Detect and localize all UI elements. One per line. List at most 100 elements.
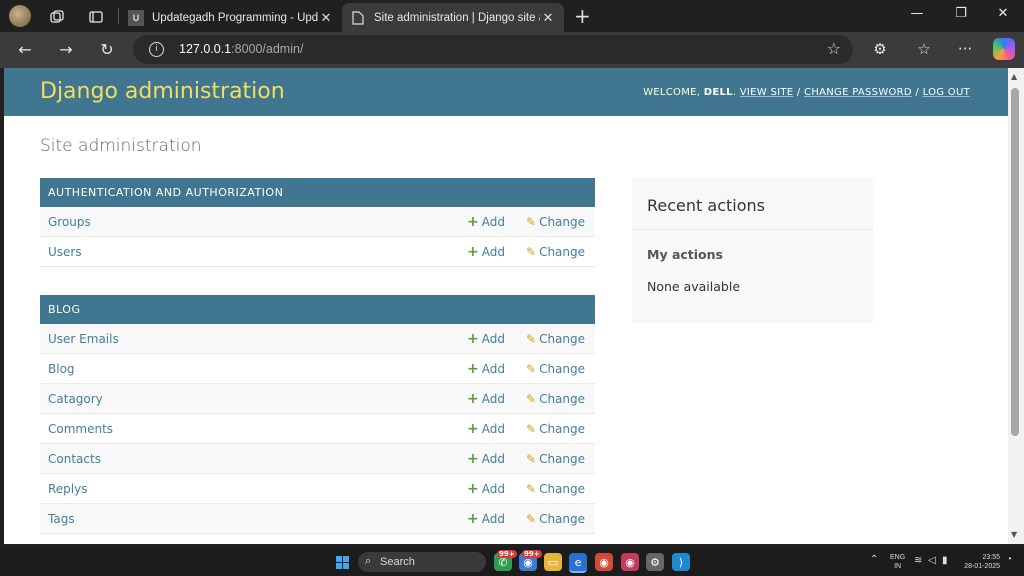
add-label: Add — [481, 482, 505, 496]
model-link[interactable]: Catagory — [48, 392, 103, 406]
refresh-icon[interactable]: ↻ — [97, 40, 117, 59]
no-actions-text: None available — [647, 279, 741, 294]
change-link[interactable]: ✎ Change — [526, 452, 585, 466]
tray-overflow-chevron-icon[interactable]: ⌃ — [870, 554, 878, 565]
settings-gear-icon[interactable]: ⚙ — [646, 553, 664, 571]
tab-site-administration[interactable]: Site administration | Django site a ✕ — [342, 3, 564, 32]
forward-arrow-icon[interactable]: → — [56, 40, 76, 59]
module-caption[interactable]: AUTHENTICATION AND AUTHORIZATION — [40, 178, 595, 207]
model-link[interactable]: User Emails — [48, 332, 119, 346]
close-icon[interactable]: ✕ — [540, 10, 556, 26]
model-link[interactable]: Comments — [48, 422, 113, 436]
favorites-list-icon[interactable]: ☆ — [914, 40, 934, 58]
add-link[interactable]: + Add — [467, 332, 505, 346]
new-tab-plus-icon[interactable]: + — [574, 4, 591, 28]
log-out-link[interactable]: LOG OUT — [923, 87, 970, 98]
divider — [632, 229, 873, 230]
browser-titlebar: U Updategadh Programming - Upd ✕ Site ad… — [0, 0, 1024, 32]
taskbar-search[interactable]: ⌕ Search — [358, 552, 486, 572]
add-link[interactable]: + Add — [467, 512, 505, 526]
change-link[interactable]: ✎ Change — [526, 482, 585, 496]
change-link[interactable]: ✎ Change — [526, 215, 585, 229]
notifications-bell-icon[interactable]: ◔ — [1006, 554, 1012, 565]
add-label: Add — [481, 452, 505, 466]
change-label: Change — [539, 332, 586, 346]
tab-updategadh[interactable]: U Updategadh Programming - Upd ✕ — [120, 3, 342, 32]
search-icon: ⌕ — [365, 555, 372, 567]
edge-browser-icon[interactable]: e — [569, 553, 587, 573]
more-menu-icon[interactable]: ··· — [955, 40, 975, 58]
model-link[interactable]: Users — [48, 245, 82, 259]
add-label: Add — [481, 392, 505, 406]
model-row-replys: Replys + Add ✎ Change — [40, 474, 595, 504]
wifi-icon[interactable]: ≋ — [914, 555, 922, 566]
model-list: Groups + Add ✎ Change Users + Add ✎ Change — [40, 207, 595, 267]
chrome-profile-icon[interactable]: ◉ — [621, 553, 639, 571]
add-link[interactable]: + Add — [467, 452, 505, 466]
back-arrow-icon[interactable]: ← — [15, 40, 35, 59]
recent-actions-title: Recent actions — [647, 196, 765, 215]
add-link[interactable]: + Add — [467, 215, 505, 229]
add-plus-icon: + — [467, 421, 479, 437]
add-label: Add — [481, 512, 505, 526]
model-link[interactable]: Replys — [48, 482, 88, 496]
window-close-icon[interactable]: ✕ — [993, 6, 1013, 21]
workspaces-icon[interactable] — [46, 6, 68, 28]
clock-date: 28-01-2025 — [964, 563, 1000, 570]
model-link[interactable]: Contacts — [48, 452, 101, 466]
url-text[interactable]: 127.0.0.1:8000/admin/ — [179, 42, 303, 56]
change-link[interactable]: ✎ Change — [526, 392, 585, 406]
profile-avatar[interactable] — [9, 5, 31, 27]
django-header: Django administration WELCOME, DELL. VIE… — [4, 68, 1008, 116]
change-link[interactable]: ✎ Change — [526, 362, 585, 376]
model-link[interactable]: Tags — [48, 512, 75, 526]
region-code: IN — [894, 563, 902, 570]
scrollbar-thumb[interactable] — [1011, 88, 1019, 436]
model-row-comments: Comments + Add ✎ Change — [40, 414, 595, 444]
model-row-catagory: Catagory + Add ✎ Change — [40, 384, 595, 414]
volume-icon[interactable]: ◁ — [928, 555, 936, 566]
model-row-blog: Blog + Add ✎ Change — [40, 354, 595, 384]
change-link[interactable]: ✎ Change — [526, 245, 585, 259]
restore-icon[interactable]: ❐ — [951, 6, 971, 21]
add-plus-icon: + — [467, 214, 479, 230]
page-icon — [350, 10, 366, 26]
model-list: User Emails + Add ✎ Change Blog + Add ✎ Chan… — [40, 324, 595, 534]
file-explorer-icon[interactable]: ▭ — [544, 553, 562, 571]
add-link[interactable]: + Add — [467, 362, 505, 376]
model-link[interactable]: Groups — [48, 215, 91, 229]
pencil-icon: ✎ — [526, 362, 537, 376]
tab-actions-icon[interactable] — [85, 6, 107, 28]
vscode-icon[interactable]: ⟩ — [672, 553, 690, 571]
module-caption[interactable]: BLOG — [40, 295, 595, 324]
add-link[interactable]: + Add — [467, 392, 505, 406]
change-link[interactable]: ✎ Change — [526, 332, 585, 346]
clock[interactable]: 23:55 28-01-2025 — [960, 553, 1000, 571]
ug-favicon-icon: U — [128, 9, 144, 26]
view-site-link[interactable]: VIEW SITE — [740, 87, 794, 98]
add-link[interactable]: + Add — [467, 482, 505, 496]
windows-start-icon[interactable] — [336, 556, 349, 569]
extensions-puzzle-icon[interactable]: ⚙ — [870, 40, 890, 58]
copilot-icon[interactable] — [993, 38, 1015, 60]
add-link[interactable]: + Add — [467, 422, 505, 436]
add-link[interactable]: + Add — [467, 245, 505, 259]
favorite-star-icon[interactable]: ☆ — [827, 39, 841, 58]
address-bar[interactable]: i 127.0.0.1:8000/admin/ ☆ — [133, 35, 853, 64]
change-label: Change — [539, 422, 586, 436]
scroll-up-arrow-icon[interactable]: ▲ — [1011, 72, 1017, 81]
model-link[interactable]: Blog — [48, 362, 75, 376]
clock-time: 23:55 — [982, 554, 1000, 561]
change-link[interactable]: ✎ Change — [526, 512, 585, 526]
battery-icon[interactable]: ▮ — [942, 555, 948, 566]
change-link[interactable]: ✎ Change — [526, 422, 585, 436]
scroll-down-arrow-icon[interactable]: ▼ — [1011, 530, 1017, 539]
site-info-icon[interactable]: i — [149, 42, 164, 57]
close-icon[interactable]: ✕ — [318, 10, 334, 26]
chrome-profile-icon[interactable]: ◉ — [595, 553, 613, 571]
change-password-link[interactable]: CHANGE PASSWORD — [804, 87, 912, 98]
site-branding[interactable]: Django administration — [40, 79, 285, 104]
minimize-icon[interactable]: — — [907, 6, 927, 21]
language-indicator[interactable]: ENG IN — [890, 553, 905, 571]
pencil-icon: ✎ — [526, 245, 537, 259]
